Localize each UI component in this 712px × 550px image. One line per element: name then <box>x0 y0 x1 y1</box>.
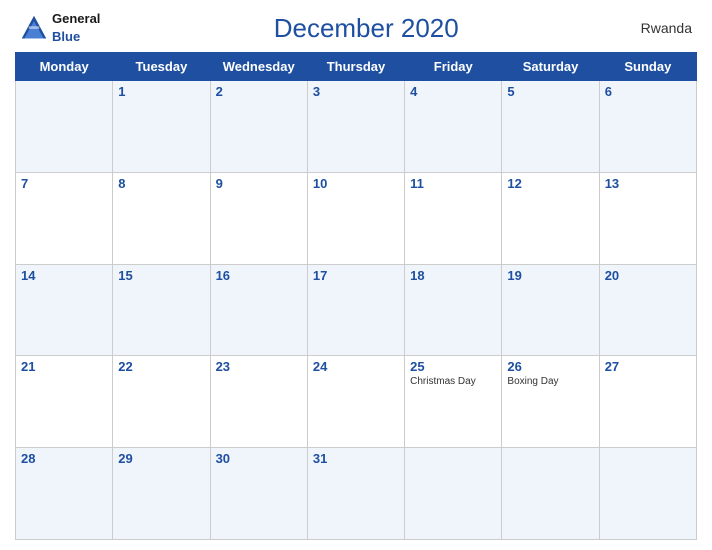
logo-general-text: General <box>52 11 100 26</box>
calendar-cell: 26 Boxing Day <box>502 356 599 448</box>
calendar-cell: 27 <box>599 356 696 448</box>
calendar-cell: 24 <box>307 356 404 448</box>
calendar-cell: 28 <box>16 448 113 540</box>
day-number: 1 <box>118 84 204 99</box>
country-label: Rwanda <box>632 20 692 36</box>
calendar-cell: 14 <box>16 264 113 356</box>
weekday-header-monday: Monday <box>16 53 113 81</box>
day-number: 2 <box>216 84 302 99</box>
weekday-header-friday: Friday <box>405 53 502 81</box>
day-event: Boxing Day <box>507 376 593 387</box>
calendar-cell: 31 <box>307 448 404 540</box>
calendar-cell: 19 <box>502 264 599 356</box>
day-number: 14 <box>21 268 107 283</box>
calendar-cell: 1 <box>113 81 210 173</box>
day-number: 22 <box>118 359 204 374</box>
calendar-cell <box>502 448 599 540</box>
calendar-cell: 10 <box>307 172 404 264</box>
calendar-week-1: 123456 <box>16 81 697 173</box>
day-number: 18 <box>410 268 496 283</box>
calendar-cell: 15 <box>113 264 210 356</box>
weekday-header-tuesday: Tuesday <box>113 53 210 81</box>
calendar-cell: 4 <box>405 81 502 173</box>
calendar-cell: 18 <box>405 264 502 356</box>
logo-icon <box>20 14 48 42</box>
calendar-cell: 20 <box>599 264 696 356</box>
calendar-week-5: 28 29 30 31 <box>16 448 697 540</box>
calendar-cell: 21 <box>16 356 113 448</box>
logo-blue-text: Blue <box>52 29 80 44</box>
calendar-cell: 11 <box>405 172 502 264</box>
calendar-cell: 9 <box>210 172 307 264</box>
calendar-cell: 12 <box>502 172 599 264</box>
day-number: 19 <box>507 268 593 283</box>
day-number: 28 <box>21 451 107 466</box>
day-number: 23 <box>216 359 302 374</box>
day-number: 26 <box>507 359 593 374</box>
calendar-cell: 2 <box>210 81 307 173</box>
day-number: 3 <box>313 84 399 99</box>
calendar-header: General Blue December 2020 Rwanda <box>15 10 697 46</box>
calendar-cell: 13 <box>599 172 696 264</box>
day-number: 30 <box>216 451 302 466</box>
day-number: 29 <box>118 451 204 466</box>
calendar-week-2: 789 10 11 12 13 <box>16 172 697 264</box>
calendar-cell: 22 <box>113 356 210 448</box>
calendar-cell: 8 <box>113 172 210 264</box>
calendar-title: December 2020 <box>100 13 632 44</box>
day-number: 16 <box>216 268 302 283</box>
calendar-week-4: 21 22 23 24 25 Christmas Day 26 Boxing Day 27 <box>16 356 697 448</box>
day-number: 9 <box>216 176 302 191</box>
day-event: Christmas Day <box>410 376 496 387</box>
calendar-cell <box>599 448 696 540</box>
calendar-cell: 30 <box>210 448 307 540</box>
logo: General Blue <box>20 10 100 46</box>
weekday-header-sunday: Sunday <box>599 53 696 81</box>
day-number: 27 <box>605 359 691 374</box>
calendar-cell <box>16 81 113 173</box>
day-number: 8 <box>118 176 204 191</box>
day-number: 20 <box>605 268 691 283</box>
day-number: 11 <box>410 176 496 191</box>
calendar-cell: 5 <box>502 81 599 173</box>
calendar-cell: 7 <box>16 172 113 264</box>
calendar-cell: 23 <box>210 356 307 448</box>
calendar-cell: 17 <box>307 264 404 356</box>
calendar-cell: 3 <box>307 81 404 173</box>
day-number: 7 <box>21 176 107 191</box>
calendar-table: MondayTuesdayWednesdayThursdayFridaySatu… <box>15 52 697 540</box>
day-number: 10 <box>313 176 399 191</box>
day-number: 17 <box>313 268 399 283</box>
calendar-cell: 16 <box>210 264 307 356</box>
day-number: 4 <box>410 84 496 99</box>
day-number: 24 <box>313 359 399 374</box>
day-number: 13 <box>605 176 691 191</box>
calendar-week-3: 14 15 16 17 18 19 20 <box>16 264 697 356</box>
weekday-header-row: MondayTuesdayWednesdayThursdayFridaySatu… <box>16 53 697 81</box>
weekday-header-saturday: Saturday <box>502 53 599 81</box>
weekday-header-wednesday: Wednesday <box>210 53 307 81</box>
calendar-cell: 25 Christmas Day <box>405 356 502 448</box>
calendar-cell: 29 <box>113 448 210 540</box>
weekday-header-thursday: Thursday <box>307 53 404 81</box>
day-number: 5 <box>507 84 593 99</box>
day-number: 25 <box>410 359 496 374</box>
day-number: 15 <box>118 268 204 283</box>
calendar-cell: 6 <box>599 81 696 173</box>
day-number: 6 <box>605 84 691 99</box>
calendar-cell <box>405 448 502 540</box>
day-number: 12 <box>507 176 593 191</box>
day-number: 31 <box>313 451 399 466</box>
day-number: 21 <box>21 359 107 374</box>
